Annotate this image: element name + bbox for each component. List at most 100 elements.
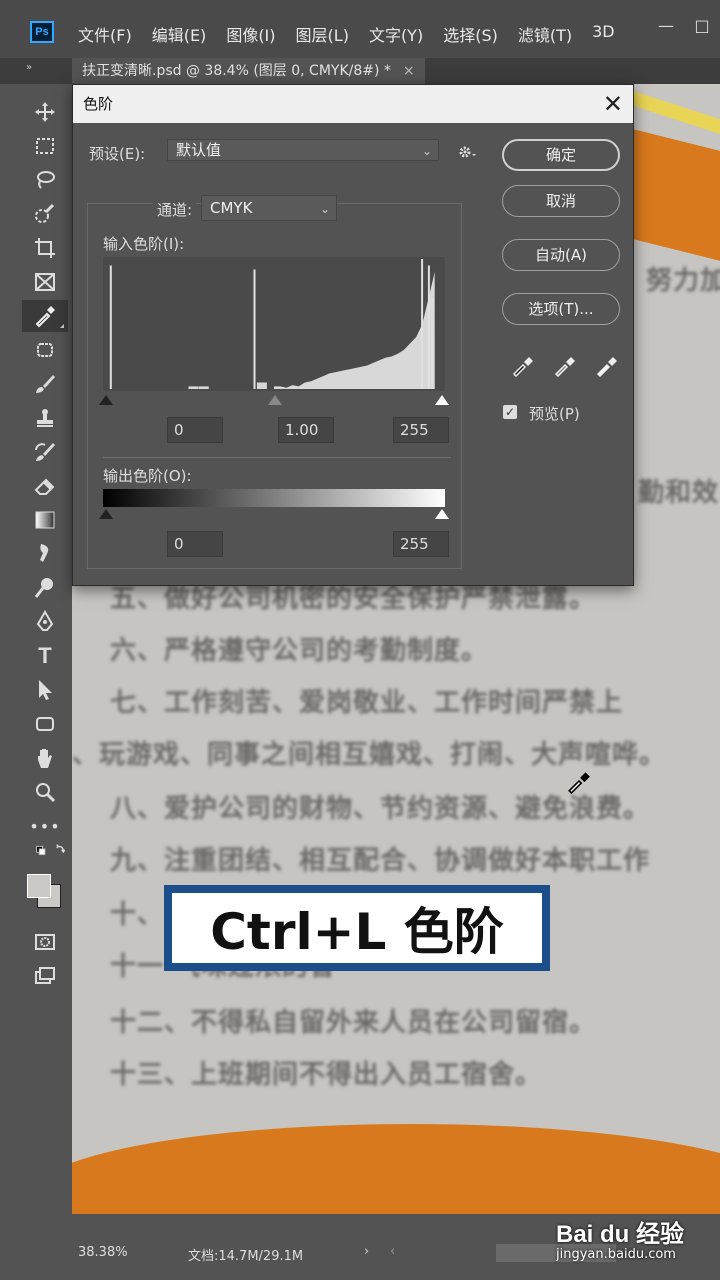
color-swatches[interactable] bbox=[22, 864, 68, 920]
output-white-slider[interactable] bbox=[435, 509, 449, 519]
menu-bar: Ps 文件(F) 编辑(E) 图像(I) 图层(L) 文字(Y) 选择(S) 滤… bbox=[0, 0, 720, 66]
channel-select[interactable]: CMYK ⌄ bbox=[201, 195, 337, 221]
menu-select[interactable]: 选择(S) bbox=[443, 22, 498, 46]
input-gamma-field[interactable]: 1.00 bbox=[278, 417, 334, 443]
doc-line-1: 努力加 bbox=[646, 266, 720, 296]
color-swatch-stack bbox=[25, 872, 65, 912]
input-black-field[interactable]: 0 bbox=[167, 417, 223, 443]
smudge-tool-icon[interactable] bbox=[22, 538, 68, 570]
marquee-tool-icon[interactable] bbox=[22, 130, 68, 162]
zoom-tool-icon[interactable] bbox=[22, 776, 68, 808]
preview-checkbox[interactable]: ✓ bbox=[503, 405, 517, 419]
doc-line-2: 勤和效 bbox=[638, 478, 720, 508]
patch-tool-icon[interactable] bbox=[22, 334, 68, 366]
shortcut-caption: Ctrl+L 色阶 bbox=[164, 885, 550, 971]
menu-file[interactable]: 文件(F) bbox=[78, 22, 132, 46]
histogram-bump bbox=[188, 386, 199, 389]
baidu-watermark: Bai du 经验 jingyan.baidu.com bbox=[556, 1214, 684, 1262]
output-black-field[interactable]: 0 bbox=[167, 531, 223, 557]
document-info: 文档:14.7M/29.1M bbox=[188, 1249, 304, 1264]
type-tool-glyph: T bbox=[38, 643, 52, 668]
input-white-field[interactable]: 255 bbox=[393, 417, 449, 443]
auto-button[interactable]: 自动(A) bbox=[502, 239, 620, 271]
input-black-slider[interactable] bbox=[99, 395, 113, 405]
output-white-field[interactable]: 255 bbox=[393, 531, 449, 557]
histogram-spike bbox=[253, 269, 256, 389]
eyedropper-tool-icon[interactable] bbox=[22, 300, 68, 332]
menu-items: 文件(F) 编辑(E) 图像(I) 图层(L) 文字(Y) 选择(S) 滤镜(T… bbox=[78, 22, 635, 46]
pen-tool-icon[interactable] bbox=[22, 606, 68, 638]
eraser-tool-icon[interactable] bbox=[22, 470, 68, 502]
output-black-slider[interactable] bbox=[99, 509, 113, 519]
black-point-eyedropper-icon[interactable] bbox=[511, 353, 535, 377]
menu-type[interactable]: 文字(Y) bbox=[369, 22, 423, 46]
screen-mode-icon[interactable] bbox=[22, 960, 68, 992]
swap-colors-icon[interactable] bbox=[22, 842, 68, 864]
menu-3d[interactable]: 3D bbox=[592, 22, 615, 46]
document-tab[interactable]: 扶正变清晰.psd @ 38.4% (图层 0, CMYK/8#) * × bbox=[72, 58, 425, 84]
baidu-url: jingyan.baidu.com bbox=[556, 1247, 676, 1262]
histogram-bump bbox=[198, 386, 209, 389]
levels-dialog: 色阶 ✕ 预设(E): 默认值 ⌄ 通道: CMYK ⌄ 输入色阶(I): 0 1.… bbox=[72, 84, 634, 586]
maximize-button[interactable]: □ bbox=[684, 8, 720, 44]
doc-line-5: 七、工作刻苦、爱岗敬业、工作时间严禁上 bbox=[110, 688, 624, 718]
dialog-title: 色阶 bbox=[73, 85, 633, 123]
preset-value: 默认值 bbox=[176, 141, 222, 159]
collapse-panel-icon[interactable]: » bbox=[26, 62, 32, 73]
quick-mask-icon[interactable] bbox=[22, 926, 68, 958]
status-menu-arrow-icon[interactable]: › bbox=[364, 1244, 369, 1259]
document-tab-bar: 扶正变清晰.psd @ 38.4% (图层 0, CMYK/8#) * × bbox=[0, 58, 720, 84]
output-gradient-bar bbox=[103, 489, 445, 507]
dialog-close-icon[interactable]: ✕ bbox=[603, 89, 623, 119]
move-tool-icon[interactable] bbox=[22, 96, 68, 128]
more-tools-icon[interactable]: ••• bbox=[22, 810, 68, 842]
doc-line-11: 十二、不得私自留外来人员在公司留宿。 bbox=[110, 1008, 597, 1038]
histogram-spike bbox=[427, 265, 430, 389]
stamp-tool-icon[interactable] bbox=[22, 402, 68, 434]
input-white-slider[interactable] bbox=[435, 395, 449, 405]
chevron-down-icon: ⌄ bbox=[421, 144, 432, 158]
orange-decoration-bottom bbox=[72, 1124, 720, 1214]
doc-line-6: 、玩游戏、同事之间相互嬉戏、打闹、大声喧哗。 bbox=[72, 740, 667, 770]
lasso-tool-icon[interactable] bbox=[22, 164, 68, 196]
zoom-level[interactable]: 38.38% bbox=[78, 1245, 128, 1260]
quick-select-tool-icon[interactable] bbox=[22, 198, 68, 230]
scroll-left-icon[interactable]: ‹ bbox=[390, 1244, 395, 1259]
separator bbox=[103, 457, 451, 458]
gray-point-eyedropper-icon[interactable] bbox=[553, 353, 577, 377]
close-tab-icon[interactable]: × bbox=[403, 63, 415, 79]
crop-tool-icon[interactable] bbox=[22, 232, 68, 264]
cancel-button[interactable]: 取消 bbox=[502, 185, 620, 217]
path-select-tool-icon[interactable] bbox=[22, 674, 68, 706]
histogram-bump bbox=[256, 382, 267, 389]
window-controls: — □ bbox=[648, 8, 720, 44]
menu-layer[interactable]: 图层(L) bbox=[296, 22, 349, 46]
output-levels-label: 输出色阶(O): bbox=[103, 467, 192, 485]
channel-label: 通道: bbox=[153, 199, 197, 220]
gradient-tool-icon[interactable] bbox=[22, 504, 68, 536]
type-tool-icon[interactable]: T bbox=[22, 640, 68, 672]
frame-tool-icon[interactable] bbox=[22, 266, 68, 298]
shape-tool-icon[interactable] bbox=[22, 708, 68, 740]
more-tools-dots: ••• bbox=[29, 816, 61, 836]
preset-select[interactable]: 默认值 ⌄ bbox=[167, 139, 439, 161]
menu-edit[interactable]: 编辑(E) bbox=[152, 22, 207, 46]
input-gamma-slider[interactable] bbox=[268, 395, 282, 405]
preset-gear-icon[interactable] bbox=[457, 143, 479, 165]
foreground-color-swatch[interactable] bbox=[27, 874, 51, 898]
history-brush-tool-icon[interactable] bbox=[22, 436, 68, 468]
hand-tool-icon[interactable] bbox=[22, 742, 68, 774]
brush-tool-icon[interactable] bbox=[22, 368, 68, 400]
white-point-eyedropper-icon[interactable] bbox=[595, 353, 619, 377]
histogram-spike bbox=[109, 265, 112, 389]
eyedropper-cursor-icon bbox=[566, 768, 592, 798]
dodge-tool-icon[interactable] bbox=[22, 572, 68, 604]
minimize-button[interactable]: — bbox=[648, 8, 684, 44]
doc-line-8: 九、注重团结、相互配合、协调做好本职工作 bbox=[110, 846, 651, 876]
ok-button[interactable]: 确定 bbox=[502, 139, 620, 171]
histogram bbox=[103, 257, 445, 391]
menu-filter[interactable]: 滤镜(T) bbox=[518, 22, 572, 46]
options-button[interactable]: 选项(T)... bbox=[502, 293, 620, 325]
document-tab-title: 扶正变清晰.psd @ 38.4% (图层 0, CMYK/8#) * bbox=[82, 63, 391, 79]
menu-image[interactable]: 图像(I) bbox=[226, 22, 275, 46]
